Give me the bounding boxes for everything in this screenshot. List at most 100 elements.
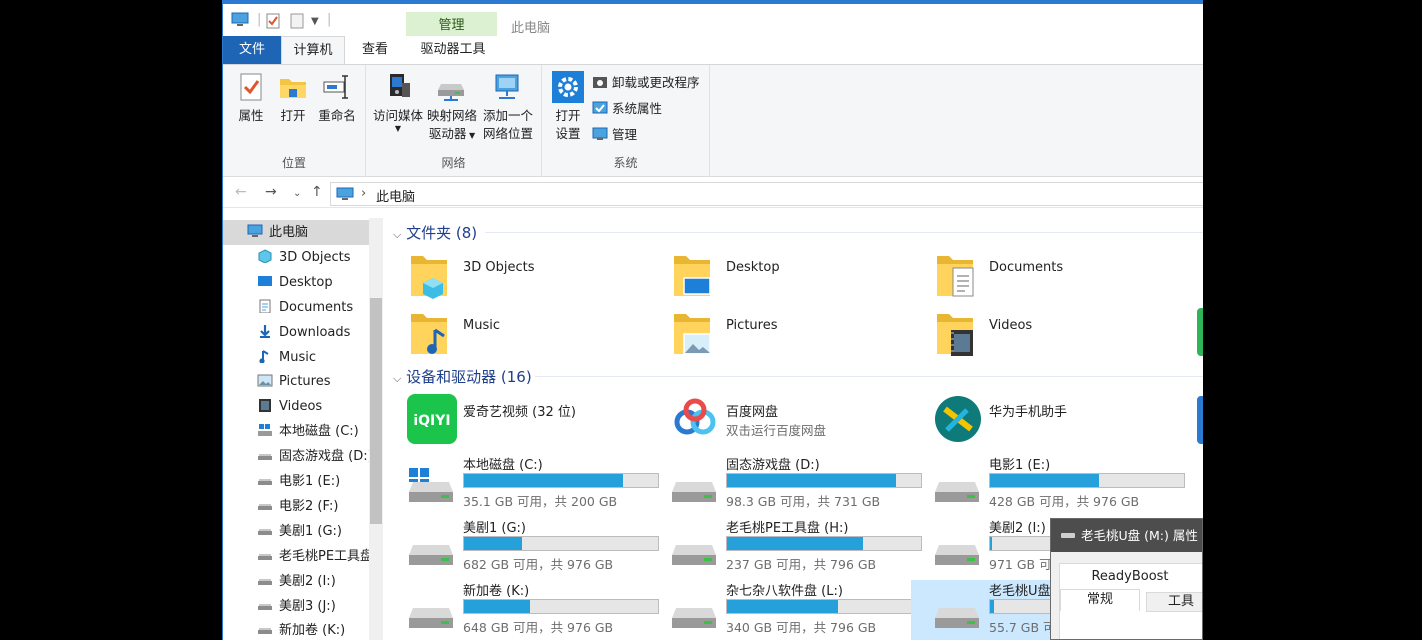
nav-item[interactable]: 美剧3 (J:) (223, 594, 369, 619)
nav-item[interactable]: Music (223, 345, 369, 370)
rename-label: 重命名 (318, 108, 356, 123)
document-icon (257, 297, 273, 314)
uninstall-program-button[interactable]: 卸载或更改程序 (592, 73, 700, 93)
nav-item-label: Music (279, 349, 316, 365)
drive-item[interactable]: 新加卷 (K:) 648 GB 可用，共 976 GB (385, 580, 659, 640)
system-properties-button[interactable]: 系统属性 (592, 99, 662, 119)
media-icon (390, 74, 410, 97)
huawei-hisuite-icon (933, 394, 983, 444)
open-button[interactable]: 打开 (275, 71, 311, 125)
drive-usage-bar (726, 473, 922, 488)
drive-space-info: 428 GB 可用，共 976 GB (989, 494, 1140, 509)
recent-locations-chevron-icon[interactable]: ⌄ (293, 188, 301, 199)
forward-arrow-icon[interactable]: → (265, 184, 277, 200)
nav-item[interactable]: 老毛桃PE工具盘 (223, 544, 369, 569)
nav-item[interactable]: 新加卷 (K:) (223, 618, 369, 640)
folder-item[interactable]: Music (385, 310, 645, 362)
nav-item-label: 本地磁盘 (C:) (279, 424, 359, 440)
pictures-folder-icon (670, 310, 714, 358)
drive-usage-fill (990, 600, 994, 613)
nav-item[interactable]: 固态游戏盘 (D:) (223, 444, 369, 469)
app-item[interactable]: 百度网盘 双击运行百度网盘 (648, 394, 908, 450)
breadcrumb-chevron-icon: › (361, 186, 367, 201)
nav-item-label: Downloads (279, 324, 351, 340)
up-arrow-icon[interactable]: ↑ (311, 184, 323, 200)
rename-icon (323, 75, 348, 99)
back-arrow-icon[interactable]: ← (235, 184, 247, 200)
drive-item[interactable]: 老毛桃PE工具盘 (H:) 237 GB 可用，共 796 GB (648, 517, 922, 577)
nav-item[interactable]: 此电脑 (223, 220, 369, 245)
nav-item[interactable]: 本地磁盘 (C:) (223, 419, 369, 444)
app-item[interactable]: 华为手机助手 (911, 394, 1171, 450)
nav-item[interactable]: 电影2 (F:) (223, 494, 369, 519)
folder-item[interactable]: Desktop (648, 252, 908, 304)
drive-space-info: 682 GB 可用，共 976 GB (463, 557, 614, 572)
dialog-title-bar[interactable]: 老毛桃U盘 (M:) 属性 (1051, 519, 1202, 552)
nav-item[interactable]: Downloads (223, 320, 369, 345)
iqiyi-logo-text: iQIYI (413, 413, 450, 429)
drive-name: 新加卷 (K:) (463, 584, 530, 599)
network-drive-icon (438, 84, 464, 101)
nav-item-label: Videos (279, 399, 323, 415)
drive-icon (670, 531, 718, 567)
nav-item[interactable]: 电影1 (E:) (223, 469, 369, 494)
drive-item[interactable]: 美剧1 (G:) 682 GB 可用，共 976 GB (385, 517, 659, 577)
drive-usage-bar (726, 599, 922, 614)
tab-drive-tools[interactable]: 驱动器工具 (409, 36, 497, 64)
nav-scrollbar-thumb[interactable] (370, 298, 382, 524)
rename-button[interactable]: 重命名 (317, 71, 357, 125)
breadcrumb-this-pc[interactable]: 此电脑 (376, 186, 415, 205)
properties-button[interactable]: 属性 (233, 71, 269, 125)
drive-name: 杂七杂八软件盘 (L:) (726, 584, 843, 599)
drive-icon (670, 468, 718, 504)
add-network-location-button[interactable]: 添加一个 网络位置 (480, 71, 536, 143)
quick-access-dropdown-icon[interactable]: ▼ (311, 16, 319, 34)
ribbon-group-label: 位置 (281, 156, 306, 170)
nav-scrollbar[interactable] (369, 218, 383, 640)
open-settings-button[interactable]: 打开 设置 (548, 71, 588, 143)
desktop-folder-icon (670, 252, 714, 300)
section-divider (535, 376, 1203, 377)
drive-item[interactable]: 杂七杂八软件盘 (L:) 340 GB 可用，共 796 GB (648, 580, 922, 640)
folder-item[interactable]: Videos (911, 310, 1171, 362)
nav-item[interactable]: Videos (223, 394, 369, 419)
drive-item[interactable]: 电影1 (E:) 428 GB 可用，共 976 GB (911, 454, 1185, 514)
manage-label: 管理 (612, 127, 638, 142)
folder-item[interactable]: 3D Objects (385, 252, 645, 304)
windows-drive-icon (257, 421, 273, 437)
nav-item[interactable]: 美剧1 (G:) (223, 519, 369, 544)
new-folder-quick-icon[interactable] (289, 12, 305, 30)
drive-usage-fill (464, 474, 623, 487)
nav-item[interactable]: Desktop (223, 270, 369, 295)
access-media-button[interactable]: 访问媒体 ▼ (372, 71, 424, 133)
map-network-drive-button[interactable]: 映射网络 驱动器 ▼ (426, 71, 478, 145)
drive-item[interactable]: 本地磁盘 (C:) 35.1 GB 可用，共 200 GB (385, 454, 659, 514)
devices-group-header[interactable]: ⌵ 设备和驱动器 (16) (393, 366, 532, 387)
app-name: 华为手机助手 (989, 405, 1068, 420)
app-item[interactable]: iQIYI 爱奇艺视频 (32 位) (385, 394, 645, 450)
tab-view[interactable]: 查看 (351, 36, 399, 64)
nav-item[interactable]: 3D Objects (223, 245, 369, 270)
drive-usage-fill (990, 537, 992, 550)
nav-item[interactable]: Documents (223, 295, 369, 320)
drive-properties-dialog: 老毛桃U盘 (M:) 属性 ReadyBoost 常规 工具 (1050, 518, 1203, 640)
properties-quick-icon[interactable] (265, 12, 281, 30)
drive-name: 电影1 (E:) (989, 458, 1051, 473)
drive-name: 美剧1 (G:) (463, 521, 527, 536)
manage-button[interactable]: 管理 (592, 125, 637, 145)
folders-group-header[interactable]: ⌵ 文件夹 (8) (393, 222, 477, 243)
app-name: 爱奇艺视频 (32 位) (463, 405, 576, 420)
address-input[interactable]: › 此电脑 (330, 182, 1203, 206)
windows-drive-icon (407, 468, 455, 504)
tab-computer[interactable]: 计算机 (281, 36, 345, 65)
tab-file[interactable]: 文件 (223, 36, 281, 64)
tab-tools[interactable]: 工具 (1146, 592, 1202, 612)
nav-item[interactable]: 美剧2 (I:) (223, 569, 369, 594)
drive-item[interactable]: 固态游戏盘 (D:) 98.3 GB 可用，共 731 GB (648, 454, 922, 514)
folder-item[interactable]: Pictures (648, 310, 908, 362)
nav-item-label: 此电脑 (269, 225, 309, 240)
nav-item[interactable]: Pictures (223, 369, 369, 394)
tab-readyboost[interactable]: ReadyBoost (1060, 569, 1200, 584)
tab-general[interactable]: 常规 (1060, 589, 1140, 611)
folder-item[interactable]: Documents (911, 252, 1171, 304)
